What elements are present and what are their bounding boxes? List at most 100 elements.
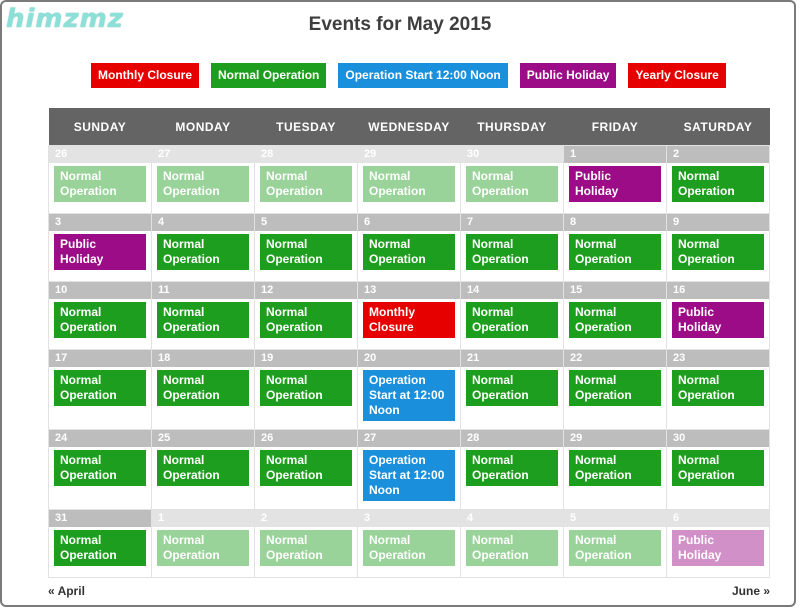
event-block[interactable]: Normal Operation — [157, 370, 249, 406]
day-cell[interactable]: 30 Normal Operation — [666, 429, 770, 510]
event-block[interactable]: Normal Operation — [157, 530, 249, 566]
day-cell[interactable]: 5 Normal Operation — [254, 213, 358, 282]
event-block[interactable]: Normal Operation — [260, 234, 352, 270]
day-cell[interactable]: 31 Normal Operation — [48, 509, 152, 578]
day-cell[interactable]: 13 Monthly Closure — [357, 281, 461, 350]
day-cell[interactable]: 4 Normal Operation — [460, 509, 564, 578]
event-block[interactable]: Operation Start at 12:00 Noon — [363, 370, 455, 421]
event-block[interactable]: Normal Operation — [672, 166, 764, 202]
legend-normal-operation[interactable]: Normal Operation — [211, 63, 327, 88]
event-block[interactable]: Normal Operation — [363, 234, 455, 270]
event-block[interactable]: Normal Operation — [672, 370, 764, 406]
day-number: 26 — [49, 146, 151, 163]
legend-yearly-closure[interactable]: Yearly Closure — [628, 63, 726, 88]
day-cell[interactable]: 26 Normal Operation — [48, 145, 152, 214]
event-block[interactable]: Monthly Closure — [363, 302, 455, 338]
event-block[interactable]: Normal Operation — [672, 450, 764, 486]
day-cell[interactable]: 23 Normal Operation — [666, 349, 770, 430]
day-cell[interactable]: 7 Normal Operation — [460, 213, 564, 282]
event-block[interactable]: Normal Operation — [466, 302, 558, 338]
event-block[interactable]: Normal Operation — [54, 370, 146, 406]
event-block[interactable]: Normal Operation — [157, 450, 249, 486]
event-block[interactable]: Normal Operation — [569, 370, 661, 406]
event-block[interactable]: Normal Operation — [54, 530, 146, 566]
day-cell[interactable]: 19 Normal Operation — [254, 349, 358, 430]
day-cell[interactable]: 30 Normal Operation — [460, 145, 564, 214]
event-block[interactable]: Normal Operation — [466, 234, 558, 270]
day-cell[interactable]: 29 Normal Operation — [357, 145, 461, 214]
legend-public-holiday[interactable]: Public Holiday — [519, 63, 617, 88]
event-block[interactable]: Normal Operation — [363, 530, 455, 566]
day-number: 28 — [461, 430, 563, 447]
day-cell[interactable]: 27 Normal Operation — [151, 145, 255, 214]
event-block[interactable]: Normal Operation — [569, 530, 661, 566]
day-cell[interactable]: 3 Normal Operation — [357, 509, 461, 578]
day-cell[interactable]: 18 Normal Operation — [151, 349, 255, 430]
day-cell[interactable]: 14 Normal Operation — [460, 281, 564, 350]
event-block[interactable]: Normal Operation — [569, 450, 661, 486]
day-cell[interactable]: 2 Normal Operation — [666, 145, 770, 214]
day-cell[interactable]: 8 Normal Operation — [563, 213, 667, 282]
event-block[interactable]: Normal Operation — [54, 450, 146, 486]
day-number: 12 — [255, 282, 357, 299]
day-number: 29 — [358, 146, 460, 163]
day-cell[interactable]: 28 Normal Operation — [254, 145, 358, 214]
event-block[interactable]: Normal Operation — [672, 234, 764, 270]
day-cell[interactable]: 4 Normal Operation — [151, 213, 255, 282]
day-cell[interactable]: 26 Normal Operation — [254, 429, 358, 510]
event-block[interactable]: Normal Operation — [466, 450, 558, 486]
day-cell[interactable]: 5 Normal Operation — [563, 509, 667, 578]
day-cell[interactable]: 28 Normal Operation — [460, 429, 564, 510]
day-number: 3 — [49, 214, 151, 231]
day-cell[interactable]: 22 Normal Operation — [563, 349, 667, 430]
day-cell[interactable]: 3 Public Holiday — [48, 213, 152, 282]
prev-month-link[interactable]: « April — [48, 584, 85, 598]
event-block[interactable]: Normal Operation — [466, 166, 558, 202]
day-cell[interactable]: 16 Public Holiday — [666, 281, 770, 350]
event-block[interactable]: Public Holiday — [672, 302, 764, 338]
day-number: 11 — [152, 282, 254, 299]
calendar-grid: SUNDAY MONDAY TUESDAY WEDNESDAY THURSDAY… — [48, 108, 770, 578]
event-block[interactable]: Normal Operation — [260, 370, 352, 406]
event-block[interactable]: Normal Operation — [260, 166, 352, 202]
event-block[interactable]: Normal Operation — [260, 450, 352, 486]
day-cell[interactable]: 6 Normal Operation — [357, 213, 461, 282]
day-number: 30 — [461, 146, 563, 163]
day-cell[interactable]: 21 Normal Operation — [460, 349, 564, 430]
day-cell[interactable]: 6 Public Holiday — [666, 509, 770, 578]
event-block[interactable]: Normal Operation — [260, 302, 352, 338]
day-cell[interactable]: 15 Normal Operation — [563, 281, 667, 350]
legend-operation-start-noon[interactable]: Operation Start 12:00 Noon — [338, 63, 508, 88]
event-block[interactable]: Normal Operation — [466, 370, 558, 406]
event-block[interactable]: Normal Operation — [569, 302, 661, 338]
event-block[interactable]: Normal Operation — [157, 302, 249, 338]
day-cell[interactable]: 12 Normal Operation — [254, 281, 358, 350]
day-cell[interactable]: 17 Normal Operation — [48, 349, 152, 430]
day-cell[interactable]: 1 Public Holiday — [563, 145, 667, 214]
event-block[interactable]: Normal Operation — [157, 234, 249, 270]
day-cell[interactable]: 10 Normal Operation — [48, 281, 152, 350]
day-cell[interactable]: 27 Operation Start at 12:00 Noon — [357, 429, 461, 510]
event-block[interactable]: Normal Operation — [466, 530, 558, 566]
day-cell[interactable]: 29 Normal Operation — [563, 429, 667, 510]
event-block[interactable]: Public Holiday — [569, 166, 661, 202]
event-block[interactable]: Normal Operation — [54, 302, 146, 338]
event-block[interactable]: Normal Operation — [157, 166, 249, 202]
legend-monthly-closure[interactable]: Monthly Closure — [91, 63, 200, 88]
day-cell[interactable]: 2 Normal Operation — [254, 509, 358, 578]
day-cell[interactable]: 1 Normal Operation — [151, 509, 255, 578]
next-month-link[interactable]: June » — [732, 584, 770, 598]
event-block[interactable]: Public Holiday — [672, 530, 764, 566]
event-block[interactable]: Normal Operation — [260, 530, 352, 566]
day-cell[interactable]: 11 Normal Operation — [151, 281, 255, 350]
day-cell[interactable]: 20 Operation Start at 12:00 Noon — [357, 349, 461, 430]
event-block[interactable]: Normal Operation — [54, 166, 146, 202]
event-block[interactable]: Normal Operation — [569, 234, 661, 270]
weekday-header: MONDAY — [151, 108, 255, 146]
day-cell[interactable]: 24 Normal Operation — [48, 429, 152, 510]
event-block[interactable]: Operation Start at 12:00 Noon — [363, 450, 455, 501]
event-block[interactable]: Normal Operation — [363, 166, 455, 202]
day-cell[interactable]: 9 Normal Operation — [666, 213, 770, 282]
day-cell[interactable]: 25 Normal Operation — [151, 429, 255, 510]
event-block[interactable]: Public Holiday — [54, 234, 146, 270]
